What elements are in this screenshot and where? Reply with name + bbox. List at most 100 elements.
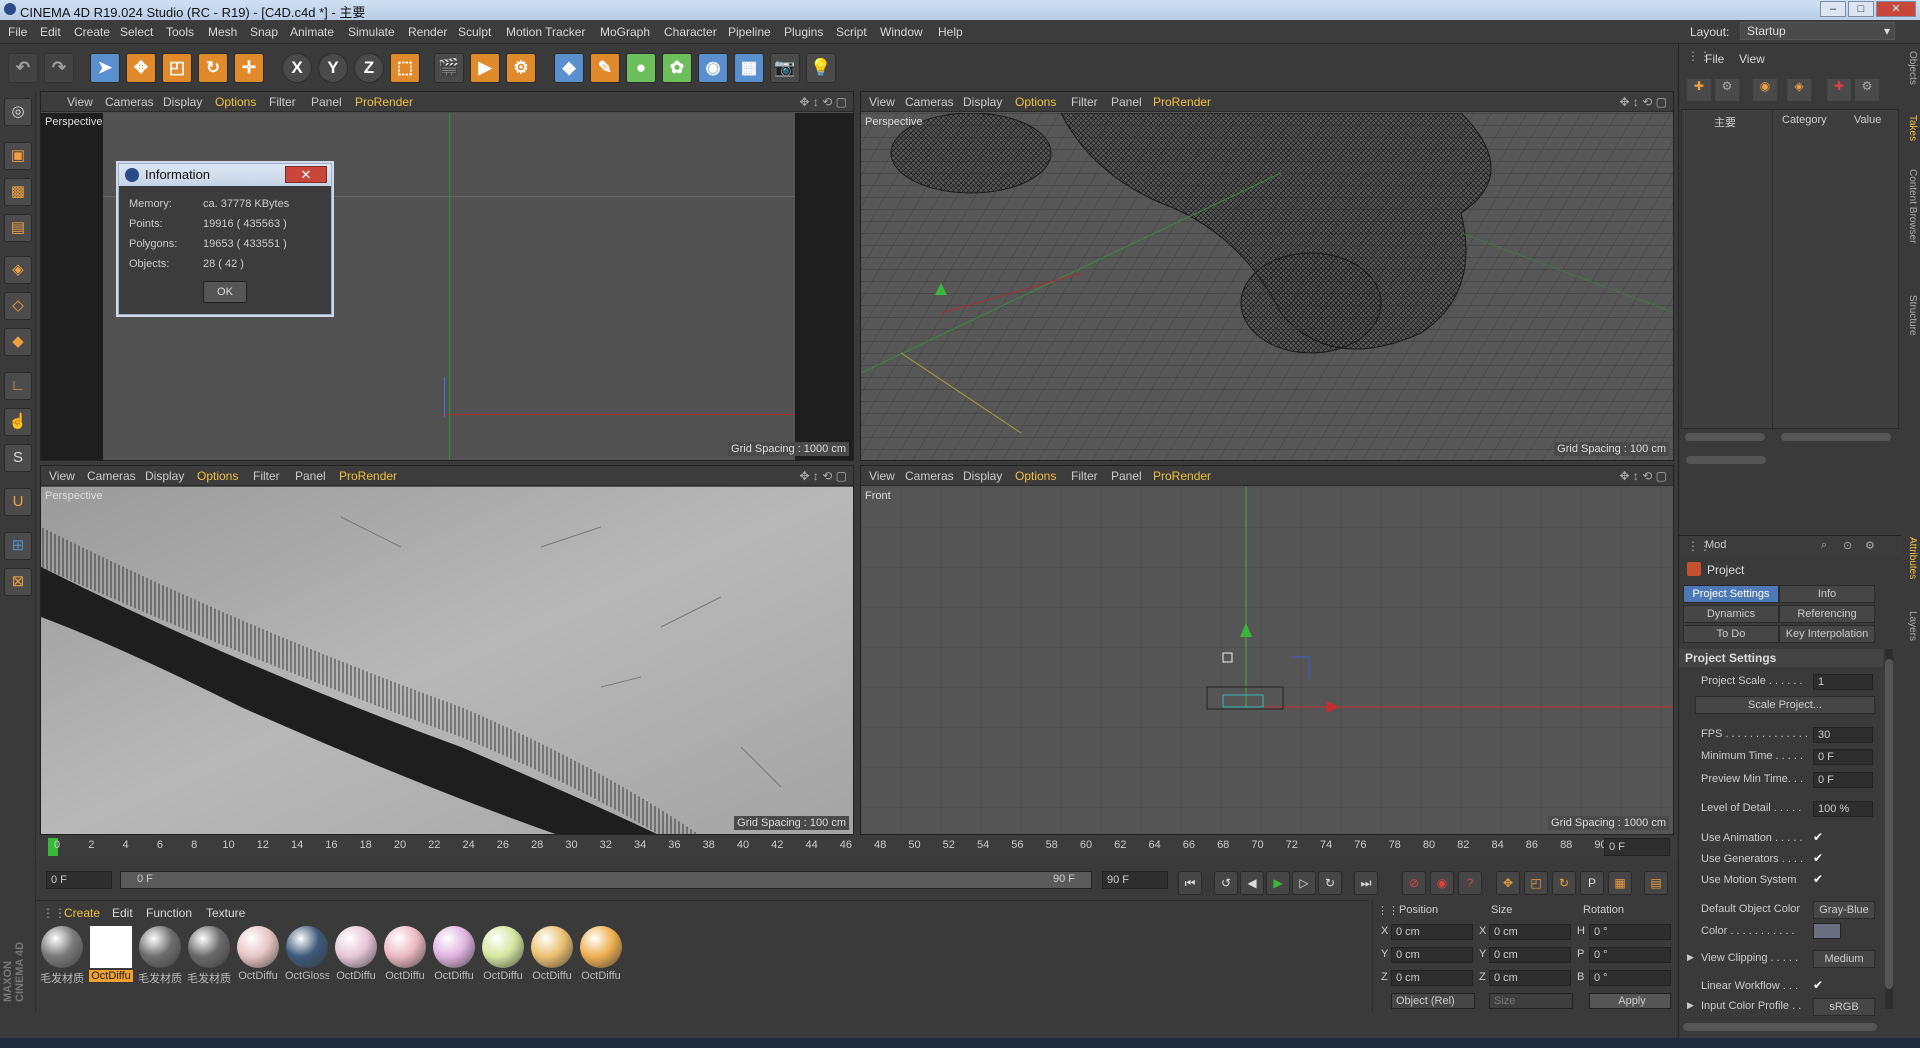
use-generators-checkbox[interactable]: ✔ (1813, 851, 1823, 865)
coordinate-system-icon[interactable]: ⬚ (390, 53, 420, 83)
menu-simulate[interactable]: Simulate (348, 25, 395, 39)
vp-menu-filter[interactable]: Filter (1071, 469, 1098, 483)
material-swatch[interactable]: OctDiffu (383, 925, 427, 987)
auto-take-icon[interactable]: ✚ (1827, 79, 1851, 101)
vp-menu-cameras[interactable]: Cameras (905, 469, 954, 483)
size-mode-select[interactable]: Size (1489, 993, 1573, 1009)
menu-script[interactable]: Script (836, 25, 867, 39)
material-swatch[interactable]: OctDiffu (334, 925, 378, 987)
linear-workflow-checkbox[interactable]: ✔ (1813, 978, 1823, 992)
mat-menu-function[interactable]: Function (146, 906, 192, 920)
dialog-close-button[interactable]: ✕ (285, 166, 327, 183)
snap-icon[interactable]: S (4, 444, 32, 472)
material-swatch[interactable]: OctDiffu (481, 925, 525, 987)
position-z-field[interactable]: 0 cm (1391, 970, 1473, 986)
material-swatch[interactable]: OctDiffu (579, 925, 623, 987)
side-tab-layers[interactable]: Layers (1902, 611, 1918, 661)
min-time-field[interactable]: 0 F (1813, 749, 1873, 765)
cube-icon[interactable]: ◆ (554, 53, 584, 83)
workplane-icon[interactable]: ▤ (4, 214, 32, 242)
vp-menu-options[interactable]: Options (197, 469, 238, 483)
vp-menu-cameras[interactable]: Cameras (105, 95, 154, 109)
vp-menu-prorender[interactable]: ProRender (1153, 95, 1211, 109)
vp-menu-options[interactable]: Options (1015, 95, 1056, 109)
vp-menu-filter[interactable]: Filter (1071, 95, 1098, 109)
expand-arrow-icon[interactable]: ▶ (1687, 1000, 1694, 1011)
prev-frame-icon[interactable]: ◀ (1240, 871, 1264, 895)
deformer-icon[interactable]: ◉ (698, 53, 728, 83)
subdivision-icon[interactable]: ● (626, 53, 656, 83)
edges-mode-icon[interactable]: ◇ (4, 292, 32, 320)
key-pla-icon[interactable]: ▦ (1608, 871, 1632, 895)
lock-overrides-icon[interactable]: ⚙ (1855, 79, 1879, 101)
vp-menu-filter[interactable]: Filter (253, 469, 280, 483)
move-icon[interactable]: ✥ (126, 53, 156, 83)
attributes-h-scrollbar[interactable] (1683, 1023, 1877, 1031)
menu-plugins[interactable]: Plugins (784, 25, 823, 39)
vp-menu-filter[interactable]: Filter (269, 95, 296, 109)
light-icon[interactable]: 💡 (806, 53, 836, 83)
project-scale-field[interactable]: 1 (1813, 674, 1873, 690)
vp-menu-prorender[interactable]: ProRender (355, 95, 413, 109)
vp-menu-panel[interactable]: Panel (1111, 469, 1142, 483)
ok-button[interactable]: OK (203, 281, 247, 303)
material-swatch[interactable]: 毛发材质 (138, 925, 182, 987)
autokey-icon[interactable]: ◉ (1430, 871, 1454, 895)
next-key-icon[interactable]: ↻ (1318, 871, 1342, 895)
expand-arrow-icon[interactable]: ▶ (1687, 952, 1694, 963)
size-x-field[interactable]: 0 cm (1489, 924, 1571, 940)
redo-icon[interactable]: ↷ (44, 53, 74, 83)
side-tab-objects[interactable]: Objects (1902, 51, 1918, 111)
attributes-mode-menu[interactable]: Mod (1705, 539, 1726, 551)
record-icon[interactable]: ⊘ (1402, 871, 1426, 895)
viewport-top-right[interactable]: View Cameras Display Options Filter Pane… (860, 91, 1674, 461)
size-z-field[interactable]: 0 cm (1489, 970, 1571, 986)
render-view-icon[interactable]: 🎬 (434, 53, 464, 83)
vp-menu-panel[interactable]: Panel (311, 95, 342, 109)
menu-select[interactable]: Select (120, 25, 153, 39)
vp-menu-view[interactable]: View (49, 469, 75, 483)
scrollbar[interactable] (1686, 456, 1766, 464)
material-swatch[interactable]: 毛发材质 (40, 925, 84, 987)
timeline-ruler[interactable]: 0 2 4 6 8 10 12 14 16 18 20 22 24 26 28 30 32 34 36 38 40 42 4… (36, 836, 1676, 858)
menu-pipeline[interactable]: Pipeline (728, 25, 771, 39)
planar-workplane-icon[interactable]: ⊠ (4, 568, 32, 596)
menu-create[interactable]: Create (74, 25, 110, 39)
rotation-h-field[interactable]: 0 ° (1589, 924, 1671, 940)
keyframe-selection-icon[interactable]: ? (1458, 871, 1482, 895)
vp-menu-view[interactable]: View (869, 95, 895, 109)
menu-render[interactable]: Render (408, 25, 447, 39)
viewport-bottom-right[interactable]: View Cameras Display Options Filter Pane… (860, 465, 1674, 835)
take-settings-icon[interactable]: ⚙ (1715, 79, 1739, 101)
menu-animate[interactable]: Animate (290, 25, 334, 39)
side-tab-attributes[interactable]: Attributes (1902, 537, 1918, 607)
end-frame-field[interactable]: 90 F (1102, 871, 1168, 889)
pen-spline-icon[interactable]: ✎ (590, 53, 620, 83)
layout-select[interactable]: Startup ▾ (1740, 22, 1895, 40)
x-axis-button[interactable]: X (282, 53, 312, 83)
apply-button[interactable]: Apply (1589, 993, 1671, 1009)
tab-referencing[interactable]: Referencing (1779, 605, 1875, 623)
points-mode-icon[interactable]: ◈ (4, 256, 32, 284)
search-icon[interactable]: ⌕ (1821, 539, 1827, 552)
default-color-select[interactable]: Gray-Blue (1813, 901, 1875, 919)
texture-mode-icon[interactable]: ▩ (4, 178, 32, 206)
material-swatch[interactable]: OctDiffu (89, 925, 133, 987)
vp-menu-prorender[interactable]: ProRender (339, 469, 397, 483)
menu-help[interactable]: Help (938, 25, 963, 39)
lod-field[interactable]: 100 % (1813, 801, 1873, 817)
use-motion-checkbox[interactable]: ✔ (1813, 872, 1823, 886)
tab-to-do[interactable]: To Do (1683, 625, 1779, 643)
minimize-button[interactable]: – (1820, 1, 1846, 17)
viewport-nav-icons[interactable]: ✥ ↕ ⟲ ▢ (800, 469, 847, 483)
vp-menu-cameras[interactable]: Cameras (87, 469, 136, 483)
fps-field[interactable]: 30 (1813, 727, 1873, 743)
mat-menu-texture[interactable]: Texture (206, 906, 245, 920)
size-y-field[interactable]: 0 cm (1489, 947, 1571, 963)
menu-motion-tracker[interactable]: Motion Tracker (506, 25, 585, 39)
menu-edit[interactable]: Edit (40, 25, 61, 39)
go-to-end-icon[interactable]: ⏭ (1354, 871, 1378, 895)
scrollbar-left[interactable] (1685, 433, 1765, 441)
menu-mesh[interactable]: Mesh (208, 25, 237, 39)
tab-project-settings[interactable]: Project Settings (1683, 585, 1779, 603)
